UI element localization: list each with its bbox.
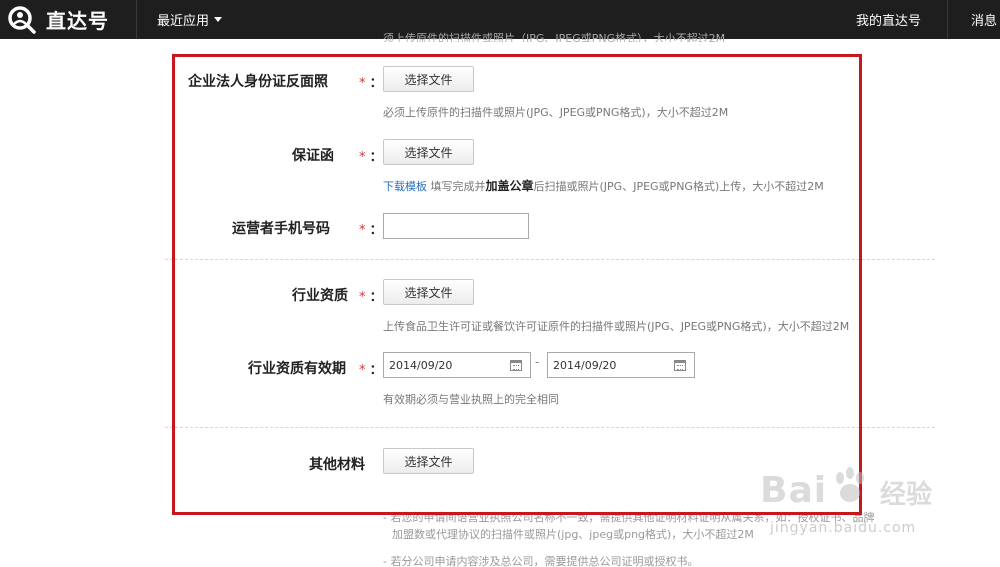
section-divider: [165, 427, 935, 428]
note-line: - 若分公司申请内容涉及总公司，需要提供总公司证明或授权书。: [383, 555, 699, 567]
required-star: *: [359, 223, 366, 238]
hint-text: 填写完成并: [427, 180, 486, 193]
note-line: 加盟数或代理协议的扫描件或照片(jpg、jpeg或png格式)，大小不超过2M: [392, 528, 754, 541]
required-star: *: [359, 150, 366, 165]
qualification-validity-hint: 有效期必须与营业执照上的完全相同: [383, 393, 559, 406]
guarantee-letter-hint: 下载模板 填写完成并加盖公章后扫描或照片(JPG、JPEG或PNG格式)上传，大…: [383, 177, 824, 194]
required-star: *: [359, 363, 366, 378]
watermark: Bai 经验 jingyan.baidu.com: [750, 462, 950, 542]
hint-strong-text: 加盖公章: [485, 179, 534, 193]
colon: ：: [369, 363, 383, 378]
required-indicator: * ：: [359, 286, 383, 305]
start-date-value: 2014/09/20: [389, 358, 453, 372]
operator-phone-label: 运营者手机号码: [232, 221, 330, 237]
legal-id-back-hint: 必须上传原件的扫描件或照片(JPG、JPEG或PNG格式)，大小不超过2M: [383, 106, 729, 119]
colon: ：: [359, 459, 373, 474]
nav-divider: [947, 0, 948, 39]
end-date-value: 2014/09/20: [553, 358, 617, 372]
other-materials-label: 其他材料: [309, 457, 365, 473]
logo-text: 直达号: [46, 9, 109, 33]
messages-link[interactable]: 消息: [971, 10, 997, 29]
colon: ：: [369, 223, 383, 238]
guarantee-letter-label: 保证函: [292, 148, 334, 164]
required-star: *: [359, 290, 366, 305]
recent-apps-dropdown[interactable]: 最近应用: [157, 10, 223, 29]
watermark-brand: Bai: [760, 470, 828, 511]
industry-qualification-hint: 上传食品卫生许可证或餐饮许可证原件的扫描件或照片(JPG、JPEG或PNG格式)…: [383, 320, 850, 333]
chevron-down-icon: [214, 17, 223, 22]
my-account-link[interactable]: 我的直达号: [856, 10, 921, 29]
required-indicator: * ：: [359, 72, 383, 91]
nav-divider: [136, 0, 137, 39]
logo-icon: [8, 5, 36, 34]
colon: ：: [369, 290, 383, 305]
section-divider: [165, 259, 935, 260]
paw-icon: [836, 467, 864, 502]
guarantee-letter-file-button[interactable]: 选择文件: [383, 139, 474, 165]
scrolled-hint-text: 须上传原件的扫描件或照片（JPG、JPEG或PNG格式），大小不超过2M: [383, 32, 726, 42]
operator-phone-input[interactable]: [383, 213, 529, 239]
watermark-url: jingyan.baidu.com: [770, 520, 917, 536]
download-template-link[interactable]: 下载模板: [383, 180, 427, 193]
recent-apps-label: 最近应用: [157, 14, 210, 29]
legal-id-back-label: 企业法人身份证反面照: [188, 74, 328, 90]
required-star: *: [359, 76, 366, 91]
hint-text: 后扫描或照片(JPG、JPEG或PNG格式)上传，大小不超过2M: [533, 180, 824, 193]
required-indicator: * ：: [359, 219, 383, 238]
industry-qualification-file-button[interactable]: 选择文件: [383, 279, 474, 305]
validity-start-date-input[interactable]: 2014/09/20: [383, 352, 531, 378]
validity-end-date-input[interactable]: 2014/09/20: [547, 352, 695, 378]
legal-id-back-file-button[interactable]: 选择文件: [383, 66, 474, 92]
calendar-icon[interactable]: [674, 360, 686, 371]
calendar-icon[interactable]: [510, 360, 522, 371]
date-range-separator: -: [535, 355, 540, 369]
industry-qualification-label: 行业资质: [292, 288, 348, 304]
required-indicator: * ：: [359, 146, 383, 165]
logo[interactable]: 直达号: [6, 4, 109, 35]
colon: ：: [369, 76, 383, 91]
colon: ：: [369, 150, 383, 165]
qualification-validity-label: 行业资质有效期: [248, 361, 346, 377]
other-materials-file-button[interactable]: 选择文件: [383, 448, 474, 474]
required-indicator: * ：: [359, 359, 383, 378]
colon-indicator: ：: [359, 455, 372, 474]
watermark-product: 经验: [880, 480, 933, 510]
highlight-annotation-box: [172, 54, 862, 515]
